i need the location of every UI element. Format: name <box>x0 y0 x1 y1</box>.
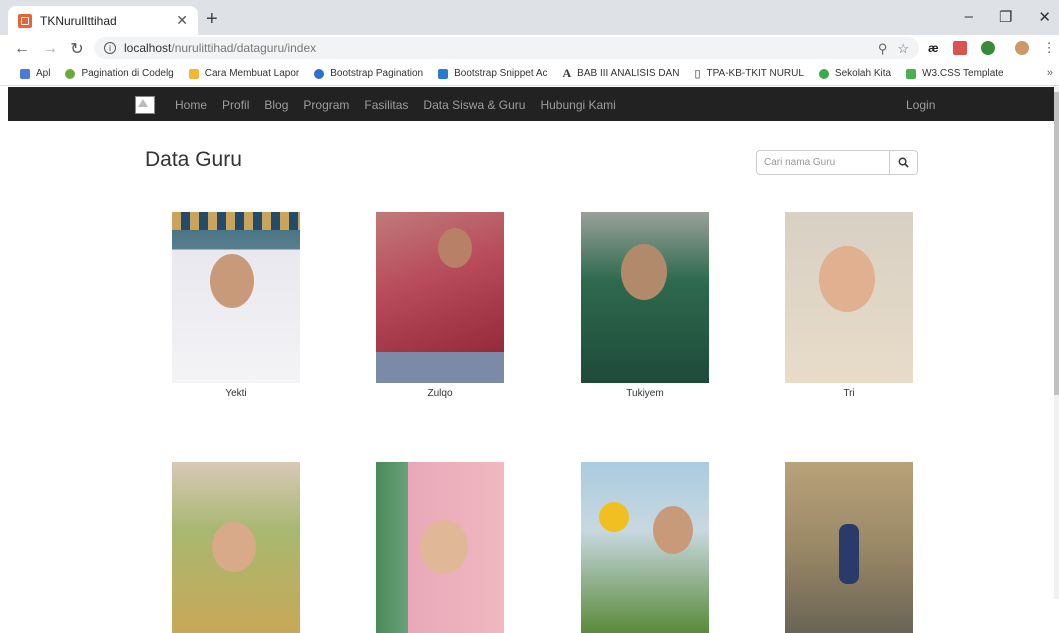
bookmark-item[interactable]: Sekolah Kita <box>818 68 891 79</box>
face <box>438 228 472 268</box>
nav-login[interactable]: Login <box>906 98 935 112</box>
nav-profil[interactable]: Profil <box>222 98 249 112</box>
bookmark-favicon-icon <box>65 68 76 79</box>
browser-tabstrip: TKNurulIttihad ✕ + – ❐ ✕ <box>0 0 1059 35</box>
teacher-card[interactable] <box>785 462 913 633</box>
window-controls: – ❐ ✕ <box>965 8 1051 26</box>
face <box>819 246 875 312</box>
minimize-icon[interactable]: – <box>965 8 973 26</box>
nav-fasilitas[interactable]: Fasilitas <box>364 98 408 112</box>
close-tab-icon[interactable]: ✕ <box>176 12 188 29</box>
teacher-card[interactable] <box>581 462 709 633</box>
bookmark-favicon-icon <box>188 68 199 79</box>
extension-green-icon[interactable] <box>980 41 995 55</box>
teacher-name: Yekti <box>225 388 247 399</box>
extension-pdf-icon[interactable] <box>952 41 967 55</box>
bookmark-font-icon: A <box>562 66 572 80</box>
apps-grid-icon <box>20 68 30 79</box>
bookmark-item[interactable]: Apl <box>20 68 50 79</box>
bookmark-item[interactable]: ▯ TPA-KB-TKIT NURUL <box>694 67 803 80</box>
person <box>839 524 859 584</box>
floor <box>376 352 504 383</box>
teacher-photo <box>581 462 709 633</box>
document-icon: ▯ <box>694 68 701 80</box>
tab-title: TKNurulIttihad <box>40 13 117 28</box>
teacher-card[interactable] <box>172 462 300 633</box>
teacher-photo <box>581 212 709 383</box>
url-path: /nurulittihad/dataguru/index <box>171 41 317 55</box>
nav-home[interactable]: Home <box>175 98 207 112</box>
menu-dots-icon[interactable]: ⋮ <box>1043 40 1056 56</box>
face <box>212 522 256 572</box>
extensions: æ ⋮ <box>928 40 1056 56</box>
teacher-photo <box>785 212 913 383</box>
nav-hubungi-kami[interactable]: Hubungi Kami <box>540 98 615 112</box>
search-button[interactable] <box>890 150 918 175</box>
teacher-card[interactable]: Yekti <box>172 212 300 399</box>
teacher-name: Tukiyem <box>626 388 664 399</box>
profile-avatar-icon[interactable] <box>1014 41 1029 55</box>
reload-icon[interactable]: ↻ <box>70 39 84 59</box>
nav-blog[interactable]: Blog <box>264 98 288 112</box>
address-bar-row: ← → ↻ i localhost /nurulittihad/dataguru… <box>0 35 1059 62</box>
browser-tab[interactable]: TKNurulIttihad ✕ <box>8 6 198 35</box>
nav-data-siswa-guru[interactable]: Data Siswa & Guru <box>423 98 525 112</box>
scrollbar-thumb[interactable] <box>1054 92 1059 395</box>
bookmark-item[interactable]: Bootstrap Snippet Ac <box>438 68 548 79</box>
bookmarks-bar: Apl Pagination di Codelg Cara Membuat La… <box>0 62 1059 86</box>
close-window-icon[interactable]: ✕ <box>1038 8 1051 26</box>
teacher-photo <box>376 212 504 383</box>
bookmark-star-icon[interactable]: ☆ <box>897 41 909 57</box>
bookmark-item[interactable]: A BAB III ANALISIS DAN <box>563 66 680 81</box>
broken-logo-image[interactable] <box>135 96 155 114</box>
teacher-card[interactable] <box>376 462 504 633</box>
teacher-card[interactable]: Tukiyem <box>581 212 709 399</box>
bookmark-favicon-icon <box>438 68 449 79</box>
bookmark-favicon-icon <box>314 68 325 79</box>
new-tab-icon[interactable]: + <box>206 8 218 31</box>
bookmark-item[interactable]: Cara Membuat Lapor <box>188 68 299 79</box>
face <box>420 520 468 574</box>
teacher-photo <box>376 462 504 633</box>
teacher-photo <box>172 212 300 383</box>
site-navbar: Home Profil Blog Program Fasilitas Data … <box>8 87 1054 121</box>
face <box>653 506 693 554</box>
nav-menu: Home Profil Blog Program Fasilitas Data … <box>175 98 616 112</box>
page-scrollbar[interactable] <box>1054 87 1059 599</box>
nav-program[interactable]: Program <box>303 98 349 112</box>
face <box>210 254 254 308</box>
bookmark-favicon-icon <box>818 68 829 79</box>
teacher-card[interactable]: Tri <box>785 212 913 399</box>
extension-ae-icon[interactable]: æ <box>928 41 939 55</box>
forward-icon[interactable]: → <box>42 40 58 58</box>
teacher-name: Tri <box>843 388 855 399</box>
face <box>621 244 667 300</box>
zoom-icon[interactable]: ⚲ <box>878 41 888 57</box>
url-host: localhost <box>124 41 172 55</box>
teacher-name: Zulqo <box>427 388 453 399</box>
teacher-photo <box>172 462 300 633</box>
teacher-card[interactable]: Zulqo <box>376 212 504 399</box>
back-icon[interactable]: ← <box>14 40 30 58</box>
sunflower <box>599 502 629 532</box>
site-favicon-icon <box>18 13 32 28</box>
bookmark-favicon-icon <box>906 68 917 79</box>
info-icon[interactable]: i <box>104 42 116 54</box>
bookmark-item[interactable]: W3.CSS Template <box>906 68 1004 79</box>
teacher-photo <box>785 462 913 633</box>
more-bookmarks-icon[interactable]: » <box>1047 67 1053 79</box>
restore-icon[interactable]: ❐ <box>999 8 1012 26</box>
bookmark-item[interactable]: Pagination di Codelg <box>65 68 174 79</box>
search-form <box>756 150 918 175</box>
page-title: Data Guru <box>145 148 242 171</box>
search-icon <box>898 157 909 168</box>
address-bar[interactable]: i localhost /nurulittihad/dataguru/index… <box>94 37 919 59</box>
bookmark-item[interactable]: Bootstrap Pagination <box>314 68 423 79</box>
pattern-border <box>172 212 300 230</box>
search-input[interactable] <box>756 150 890 175</box>
